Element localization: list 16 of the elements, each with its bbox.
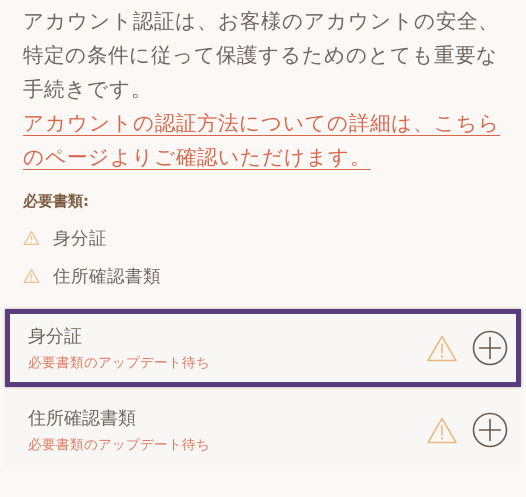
document-name: 住所確認書類 bbox=[53, 266, 161, 288]
warning-icon bbox=[23, 230, 40, 246]
document-title: 身分証 bbox=[28, 325, 83, 348]
warning-icon bbox=[426, 416, 458, 444]
document-row[interactable]: 身分証 必要書類のアップデート待ち bbox=[5, 309, 521, 387]
document-status: 必要書類のアップデート待ち bbox=[28, 354, 211, 372]
document-title: 住所確認書類 bbox=[28, 407, 137, 430]
warning-icon bbox=[426, 334, 458, 362]
details-link[interactable]: アカウントの認証方法についての詳細は、こちらのページよりご確認いただけます。 bbox=[23, 106, 506, 174]
add-icon[interactable] bbox=[472, 330, 508, 366]
intro-paragraph: アカウント認証は、お客様のアカウントの安全、特定の条件に従って保護するためのとても重要な手続きです。 アカウントの認証方法についての詳細は、こちらのページよりご確認いただけます。 bbox=[23, 4, 506, 174]
document-name: 身分証 bbox=[53, 228, 107, 250]
add-icon[interactable] bbox=[472, 412, 508, 448]
document-status: 必要書類のアップデート待ち bbox=[28, 436, 211, 454]
required-heading: 必要書類: bbox=[23, 192, 90, 211]
warning-icon bbox=[23, 268, 40, 284]
